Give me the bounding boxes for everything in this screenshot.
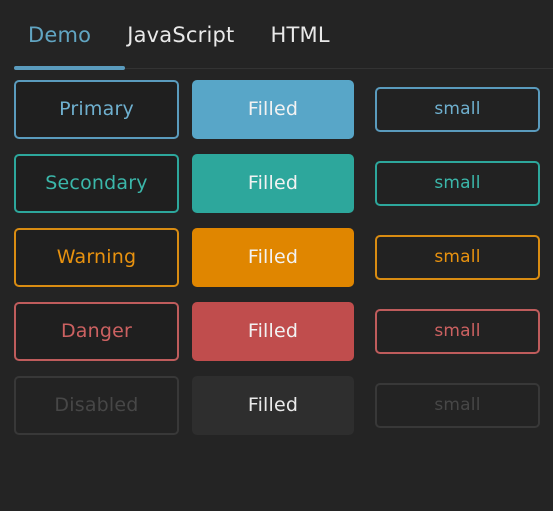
warning-small-button[interactable]: small: [375, 234, 540, 280]
button-row-disabled: Disabled Filled small: [14, 375, 540, 435]
primary-outlined-button[interactable]: Primary: [14, 79, 179, 139]
button-cell-filled: Filled: [192, 153, 373, 213]
secondary-outlined-button[interactable]: Secondary: [14, 153, 179, 213]
tab-javascript[interactable]: JavaScript: [109, 7, 252, 63]
button-cell-outlined: Danger: [14, 301, 192, 361]
danger-outlined-button[interactable]: Danger: [14, 301, 179, 361]
tab-javascript-label: JavaScript: [127, 23, 235, 47]
button-cell-small: small: [373, 86, 540, 132]
button-cell-small: small: [373, 234, 540, 280]
button-row-secondary: Secondary Filled small: [14, 153, 540, 213]
button-cell-filled: Filled: [192, 79, 373, 139]
button-cell-outlined: Secondary: [14, 153, 192, 213]
tab-html[interactable]: HTML: [252, 7, 347, 63]
secondary-filled-button[interactable]: Filled: [192, 153, 354, 213]
secondary-small-button[interactable]: small: [375, 160, 540, 206]
button-cell-small: small: [373, 308, 540, 354]
button-row-danger: Danger Filled small: [14, 301, 540, 361]
button-cell-outlined: Disabled: [14, 375, 192, 435]
button-row-primary: Primary Filled small: [14, 79, 540, 139]
disabled-filled-button: Filled: [192, 375, 354, 435]
button-cell-outlined: Primary: [14, 79, 192, 139]
warning-filled-button[interactable]: Filled: [192, 227, 354, 287]
primary-small-button[interactable]: small: [375, 86, 540, 132]
button-cell-filled: Filled: [192, 375, 373, 435]
button-cell-filled: Filled: [192, 301, 373, 361]
tab-demo[interactable]: Demo: [14, 7, 109, 63]
danger-small-button[interactable]: small: [375, 308, 540, 354]
button-cell-filled: Filled: [192, 227, 373, 287]
danger-filled-button[interactable]: Filled: [192, 301, 354, 361]
button-cell-outlined: Warning: [14, 227, 192, 287]
tab-bar: Demo JavaScript HTML: [0, 0, 553, 70]
button-row-warning: Warning Filled small: [14, 227, 540, 287]
primary-filled-button[interactable]: Filled: [192, 79, 354, 139]
disabled-small-button: small: [375, 382, 540, 428]
active-tab-indicator: [14, 66, 125, 70]
warning-outlined-button[interactable]: Warning: [14, 227, 179, 287]
button-cell-small: small: [373, 382, 540, 428]
button-grid: Primary Filled small Secondary Filled sm…: [0, 70, 553, 435]
disabled-outlined-button: Disabled: [14, 375, 179, 435]
component-demo-page: Demo JavaScript HTML Primary Filled smal…: [0, 0, 553, 511]
tab-demo-label: Demo: [28, 23, 92, 47]
tab-html-label: HTML: [270, 23, 330, 47]
button-cell-small: small: [373, 160, 540, 206]
